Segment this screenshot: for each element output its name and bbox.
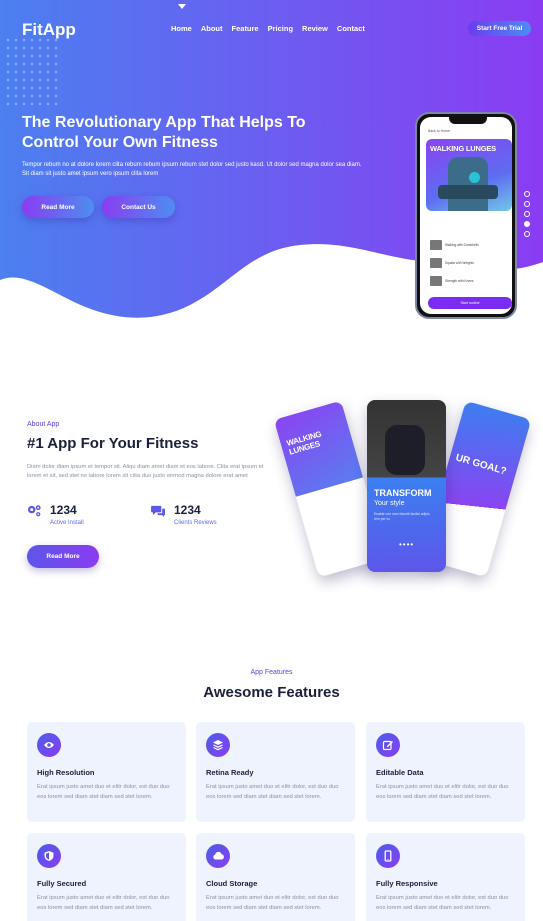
slider-dots (524, 191, 530, 237)
mockup-title: TRANSFORM (374, 488, 432, 498)
exercise-thumb (430, 276, 442, 286)
exercise-thumb (430, 240, 442, 250)
exercise-row: Walking with Dumbbells (430, 239, 510, 251)
feature-card-editable-data: Editable Data Erat ipsum justo amet duo … (366, 722, 525, 822)
pager-dots: •••• (399, 540, 415, 549)
feature-title: Fully Secured (37, 879, 87, 888)
feature-text: Erat ipsum justo amet duo et elitr dolor… (376, 895, 509, 911)
phone-screen: Back to Home WALKING LUNGES Walking with… (420, 117, 512, 314)
shield-icon (37, 844, 61, 868)
slider-dot[interactable] (524, 211, 530, 217)
eye-icon (37, 733, 61, 757)
start-free-trial-button[interactable]: Start Free Trial (468, 21, 531, 36)
page: FitApp Home About Feature Pricing Review… (0, 0, 543, 921)
contact-us-button[interactable]: Contact Us (102, 196, 175, 218)
read-more-button[interactable]: Read More (22, 196, 94, 218)
slider-dot[interactable] (524, 201, 530, 207)
start-routine-button: Start routine (428, 297, 512, 309)
nav-link-about[interactable]: About (201, 24, 223, 33)
mockup-text: Enable non nam blandit facilisi adipis r… (374, 512, 430, 521)
workout-image (438, 185, 498, 199)
about-title: #1 App For Your Fitness (27, 435, 199, 452)
banner-title: WALKING LUNGES (430, 144, 496, 153)
mockup-subtitle: Your style (374, 500, 405, 507)
feature-card-fully-secured: Fully Secured Erat ipsum justo amet duo … (27, 833, 186, 921)
edit-icon (376, 733, 400, 757)
exercise-label: Strength with Knees (445, 279, 474, 283)
phone-header: Back to Home (428, 129, 450, 133)
stat-label: Active Install (50, 520, 84, 526)
workout-banner: WALKING LUNGES (426, 139, 512, 211)
active-caret-icon (178, 4, 186, 9)
stat-clients-reviews: 1234 Clients Reviews (151, 504, 217, 526)
feature-card-retina-ready: Retina Ready Erat ipsum justo amet duo e… (196, 722, 355, 822)
features-title: Awesome Features (203, 684, 340, 701)
about-eyebrow: About App (27, 421, 60, 428)
nav-link-home[interactable]: Home (171, 24, 192, 33)
nav-menu: Home About Feature Pricing Review Contac… (171, 24, 365, 33)
nav-link-pricing[interactable]: Pricing (268, 24, 293, 33)
feature-text: Erat ipsum justo amet duo et elitr dolor… (37, 895, 170, 911)
exercise-thumb (430, 258, 442, 268)
exercise-row: Strength with Knees (430, 275, 510, 287)
feature-title: Retina Ready (206, 768, 254, 777)
features-eyebrow: App Features (250, 669, 293, 676)
feature-title: Fully Responsive (376, 879, 438, 888)
phone-notch (449, 117, 487, 124)
feature-card-high-resolution: High Resolution Erat ipsum justo amet du… (27, 722, 186, 822)
hero-title: The Revolutionary App That Helps To Cont… (22, 114, 306, 151)
about-text: Diam dolor diam ipsum et tempor sit. Ali… (27, 464, 264, 479)
logo[interactable]: FitApp (22, 20, 76, 40)
slider-dot[interactable] (524, 231, 530, 237)
about-read-more-button[interactable]: Read More (27, 545, 99, 568)
hero-subtitle: Tempor rebum no at dolore lorem clita re… (22, 162, 362, 177)
feature-title: Cloud Storage (206, 879, 258, 888)
athlete-image (385, 425, 425, 475)
feature-card-cloud-storage: Cloud Storage Erat ipsum justo amet duo … (196, 833, 355, 921)
feature-title: Editable Data (376, 768, 424, 777)
workout-image (448, 157, 488, 211)
exercise-row: Squats with Weights (430, 257, 510, 269)
nav-link-review[interactable]: Review (302, 24, 328, 33)
feature-card-fully-responsive: Fully Responsive Erat ipsum justo amet d… (366, 833, 525, 921)
feature-text: Erat ipsum justo amet duo et elitr dolor… (206, 784, 339, 800)
mockup-banner: WALKING LUNGES (273, 400, 364, 497)
gears-icon (28, 505, 41, 517)
slider-dot[interactable] (524, 191, 530, 197)
phone-mockup: Back to Home WALKING LUNGES Walking with… (415, 112, 517, 319)
feature-title: High Resolution (37, 768, 95, 777)
feature-text: Erat ipsum justo amet duo et elitr dolor… (376, 784, 509, 800)
navbar: FitApp Home About Feature Pricing Review… (0, 0, 543, 56)
stat-active-install: 1234 Active Install (27, 504, 84, 526)
exercise-label: Squats with Weights (445, 261, 474, 265)
slider-dot-active[interactable] (524, 221, 530, 227)
stat-label: Clients Reviews (174, 520, 217, 526)
app-mockup-center: TRANSFORM Your style Enable non nam blan… (367, 400, 446, 572)
mockup-title: WALKING LUNGES (285, 429, 323, 457)
nav-link-contact[interactable]: Contact (337, 24, 365, 33)
nav-link-feature[interactable]: Feature (232, 24, 259, 33)
comments-icon (151, 505, 165, 517)
stat-value: 1234 (50, 503, 77, 517)
mockup-title: UR GOAL? (454, 452, 508, 478)
mobile-icon (376, 844, 400, 868)
stat-value: 1234 (174, 503, 201, 517)
cloud-icon (206, 844, 230, 868)
exercise-label: Walking with Dumbbells (445, 243, 479, 247)
feature-text: Erat ipsum justo amet duo et elitr dolor… (206, 895, 339, 911)
play-icon (469, 172, 480, 183)
layers-icon (206, 733, 230, 757)
feature-text: Erat ipsum justo amet duo et elitr dolor… (37, 784, 170, 800)
